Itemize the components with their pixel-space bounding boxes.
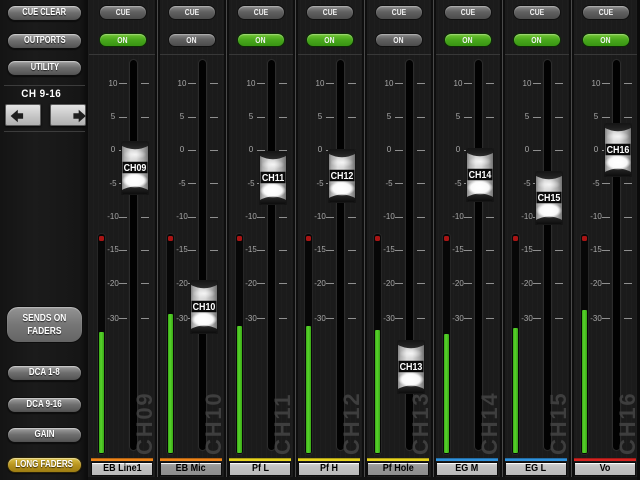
svg-text:CH15: CH15: [537, 192, 560, 204]
svg-text:CH12: CH12: [330, 170, 353, 182]
svg-text:CH11: CH11: [261, 172, 284, 184]
svg-text:CH13: CH13: [399, 361, 422, 373]
svg-text:CH10: CH10: [192, 301, 215, 313]
svg-text:CH16: CH16: [606, 144, 629, 156]
svg-text:CH14: CH14: [468, 169, 491, 181]
svg-text:CH09: CH09: [123, 162, 146, 174]
